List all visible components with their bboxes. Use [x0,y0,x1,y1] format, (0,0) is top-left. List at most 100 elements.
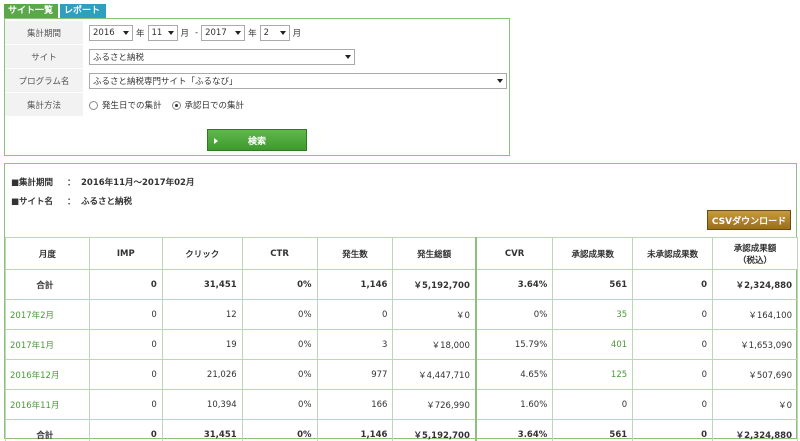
start-month-select[interactable]: 11 [147,25,178,41]
col-month: 月度 [5,237,90,270]
report-table: 月度 IMP クリック CTR 発生数 発生総額 CVR 承認成果数 未承認成果… [5,237,798,441]
cell-occurrence-total: ￥0 [392,299,477,330]
search-panel: 集計期間 2016 年 11 月 - 2017 年 2 月 サイト ふるさと納税… [4,18,510,156]
chevron-down-icon [123,31,129,35]
cell-approved-link[interactable]: 125 [552,359,634,390]
site-row: サイト ふるさと納税 [5,45,509,69]
end-year-value: 2017 [205,28,227,38]
end-month-select[interactable]: 2 [259,25,290,41]
col-approved-amount: 承認成果額 （税込） [712,237,798,270]
tab-bar: サイト一覧 レポート [4,4,106,18]
cell-approved-amount: ￥0 [712,389,798,420]
year-unit: 年 [248,29,257,39]
radio-icon[interactable] [89,100,98,110]
tab-report[interactable]: レポート [60,4,106,18]
col-ctr: CTR [241,237,318,270]
col-occurrence-total: 発生総額 [392,237,477,270]
cell-approved-amount: ￥164,100 [712,299,798,330]
col-approved-amount-label: 承認成果額 [733,243,777,254]
cell-approved-amount: ￥2,324,880 [712,419,798,441]
cell-ctr: 0% [241,329,318,360]
cell-cvr: 4.65% [474,359,554,390]
program-label: プログラム名 [5,69,83,93]
col-unapproved: 未承認成果数 [632,237,713,270]
cell-click: 12 [161,299,243,330]
cell-imp: 0 [88,329,163,360]
program-select[interactable]: ふるさと納税専門サイト「ふるなび」 [89,73,507,89]
cell-month-link[interactable]: 2017年2月 [5,299,90,330]
method-option-occurrence[interactable]: 発生日での集計 [89,99,162,111]
table-row: 合計 0 31,451 0% 1,146 ￥5,192,700 3.64% 56… [5,269,798,300]
chevron-down-icon [345,55,351,59]
tab-site-list[interactable]: サイト一覧 [4,4,58,18]
table-row: 2017年1月 0 19 0% 3 ￥18,000 15.79% 401 0 ￥… [5,329,798,360]
cell-occurrences: 1,146 [316,269,394,300]
cell-unapproved: 0 [632,389,713,420]
col-approved-amount-tax: （税込） [737,255,772,266]
site-label: サイト [5,45,83,69]
program-row: プログラム名 ふるさと納税専門サイト「ふるなび」 [5,69,509,93]
radio-selected-icon[interactable] [171,100,181,110]
col-click: クリック [161,237,243,270]
cell-occurrence-total: ￥5,192,700 [392,419,477,441]
cell-approved: 561 [552,269,634,300]
cell-click: 19 [161,329,243,360]
cell-approved-amount: ￥2,324,880 [712,269,798,300]
year-unit: 年 [136,29,145,39]
cell-imp: 0 [88,269,163,300]
table-row: 合計 0 31,451 0% 1,146 ￥5,192,700 3.64% 56… [5,419,798,441]
site-select-value: ふるさと納税 [93,53,145,63]
cell-unapproved: 0 [632,299,713,330]
method-option-approval[interactable]: 承認日での集計 [171,99,245,111]
cell-occurrences: 1,146 [316,419,394,441]
results-panel: ■集計期間 ： 2016年11月～2017年02月 ■サイト名 ： ふるさと納税 CSV… [4,163,798,441]
cell-imp: 0 [88,359,163,390]
cell-cvr: 1.60% [474,389,554,420]
chevron-down-icon [497,79,503,83]
cell-imp: 0 [88,389,163,420]
cell-occurrence-total: ￥4,447,710 [392,359,477,390]
cell-ctr: 0% [241,359,318,390]
cell-ctr: 0% [241,299,318,330]
site-summary: ■サイト名 ： ふるさと納税 [11,195,132,207]
col-occurrences: 発生数 [316,237,394,270]
cell-click: 21,026 [161,359,243,390]
csv-download-button[interactable]: CSVダウンロード [707,210,791,230]
period-row: 集計期間 2016 年 11 月 - 2017 年 2 月 [5,21,509,45]
cell-ctr: 0% [241,269,318,300]
table-row: 2016年11月 0 10,394 0% 166 ￥726,990 1.60% … [5,389,798,420]
start-year-select[interactable]: 2016 [89,25,133,41]
cell-unapproved: 0 [632,269,713,300]
cell-approved: 0 [552,389,634,420]
cell-approved-link[interactable]: 401 [552,329,634,360]
search-button[interactable]: 検索 [207,129,307,151]
cell-approved-amount: ￥507,690 [712,359,798,390]
cell-click: 31,451 [161,419,243,441]
col-cvr: CVR [474,237,554,270]
cell-occurrence-total: ￥18,000 [392,329,477,360]
cell-unapproved: 0 [632,419,713,441]
cell-imp: 0 [88,299,163,330]
program-select-value: ふるさと納税専門サイト「ふるなび」 [93,77,238,87]
cell-month-link[interactable]: 2016年12月 [5,359,90,390]
end-year-select[interactable]: 2017 [201,25,246,41]
method-row: 集計方法 発生日での集計 承認日での集計 [5,93,509,117]
cell-cvr: 15.79% [474,329,554,360]
table-header-row: 月度 IMP クリック CTR 発生数 発生総額 CVR 承認成果数 未承認成果… [5,237,798,270]
month-unit: 月 [180,29,190,39]
cell-occurrences: 3 [316,329,394,360]
cell-month-link[interactable]: 2017年1月 [5,329,90,360]
method-option-approval-label: 承認日での集計 [184,101,245,111]
cell-occurrences: 0 [316,299,394,330]
cell-approved-link[interactable]: 35 [552,299,634,330]
method-label: 集計方法 [5,93,83,117]
chevron-down-icon [235,31,242,35]
cell-occurrences: 166 [316,389,394,420]
cell-ctr: 0% [241,419,318,441]
search-button-label: 検索 [247,136,266,147]
period-summary-key: ■集計期間 [11,178,54,188]
cell-month-link[interactable]: 2016年11月 [5,389,90,420]
cell-unapproved: 0 [632,329,713,360]
site-select[interactable]: ふるさと納税 [89,49,355,65]
start-year-value: 2016 [93,28,115,38]
